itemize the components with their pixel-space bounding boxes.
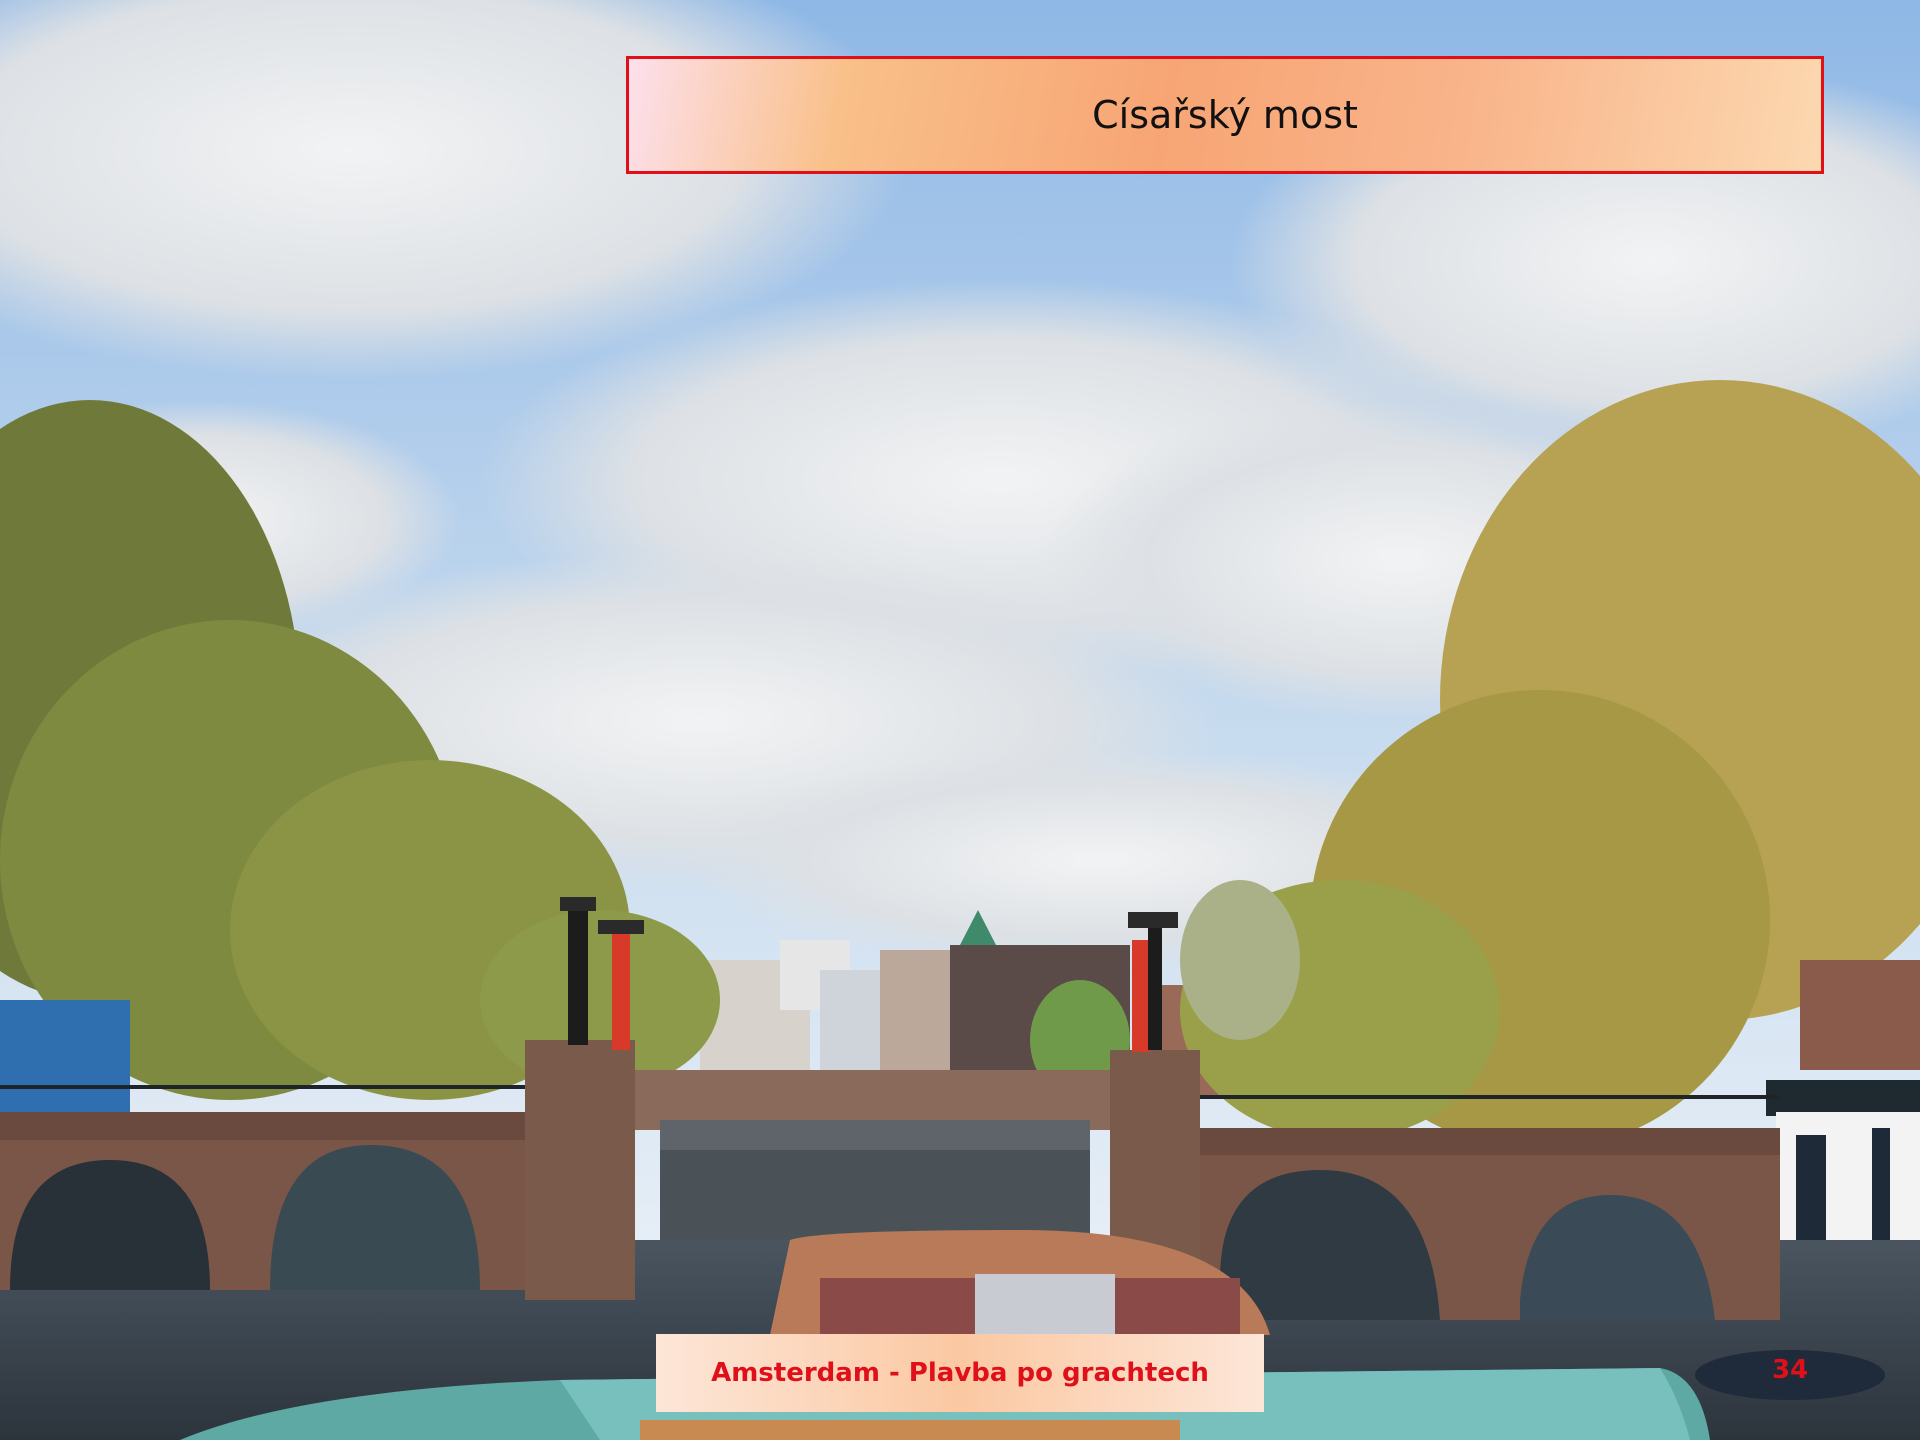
page-number: 34 (1772, 1355, 1809, 1385)
slide-title-box: Císařský most (626, 56, 1824, 174)
slide-footer: Amsterdam - Plavba po grachtech (711, 1358, 1209, 1388)
canal-photo (0, 0, 1920, 1440)
slide-footer-box: Amsterdam - Plavba po grachtech (656, 1334, 1264, 1412)
slide-title: Císařský most (1092, 93, 1358, 137)
